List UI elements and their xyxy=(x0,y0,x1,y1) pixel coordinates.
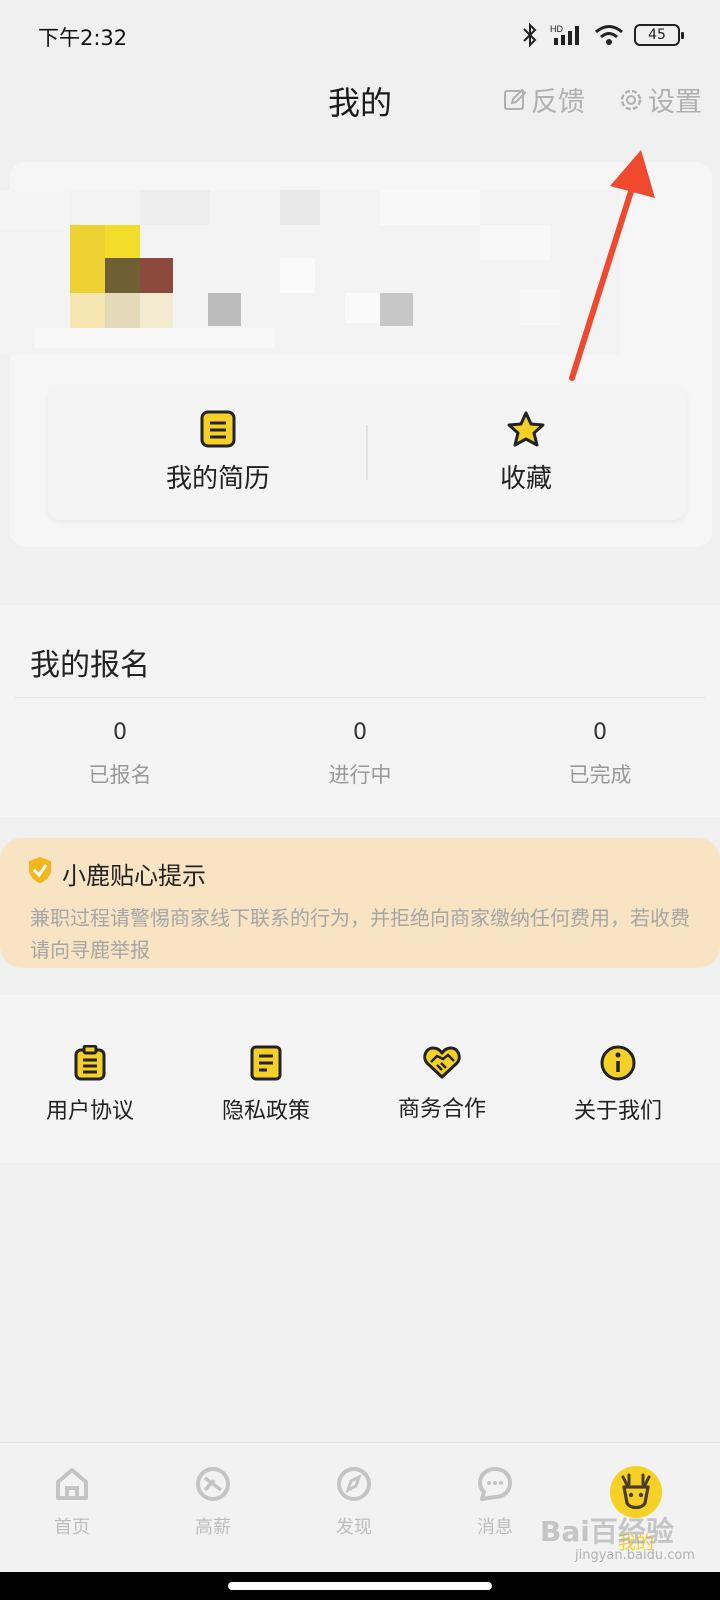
status-bar: 下午2:32 HD 45 xyxy=(0,0,720,70)
privacy-policy-button[interactable]: 隐私政策 xyxy=(176,1045,356,1125)
link-label: 商务合作 xyxy=(397,1097,486,1122)
link-label: 隐私政策 xyxy=(221,1099,310,1124)
tip-title: 小鹿贴心提示 xyxy=(62,862,206,890)
page-header: 我的 反馈 设置 xyxy=(0,70,720,150)
link-label: 关于我们 xyxy=(573,1099,662,1124)
tab-high-salary[interactable]: 高薪 xyxy=(153,1465,273,1539)
system-home-bar xyxy=(0,1572,720,1600)
settings-label: 设置 xyxy=(648,87,702,118)
my-signups-section: 我的报名 0 已报名 0 进行中 0 已完成 xyxy=(0,605,720,817)
edit-icon xyxy=(504,88,527,110)
tab-discover[interactable]: 发现 xyxy=(294,1465,414,1539)
tab-label: 发现 xyxy=(336,1517,372,1538)
tip-body: 兼职过程请警惕商家线下联系的行为，并拒绝向商家缴纳任何费用，若收费请向寻鹿举报 xyxy=(30,906,690,962)
handshake-icon xyxy=(423,1046,461,1079)
home-indicator[interactable] xyxy=(228,1582,492,1590)
blurred-profile-info[interactable] xyxy=(0,190,620,355)
watermark-logo: Bai百经验 xyxy=(540,1515,674,1548)
section-title: 我的报名 xyxy=(30,648,150,683)
stat-value: 0 xyxy=(593,720,607,745)
bluetooth-icon xyxy=(523,23,537,47)
shield-icon xyxy=(29,857,51,883)
user-agreement-button[interactable]: 用户协议 xyxy=(0,1045,180,1125)
svg-text:HD: HD xyxy=(550,24,563,34)
divider xyxy=(366,425,368,480)
link-label: 用户协议 xyxy=(45,1099,134,1124)
tab-label: 高薪 xyxy=(195,1517,231,1538)
stat-label: 已完成 xyxy=(568,763,632,787)
tab-home[interactable]: 首页 xyxy=(12,1465,132,1539)
page-title: 我的 xyxy=(327,84,392,122)
info-links: 用户协议 隐私政策 商务合作 关于我们 xyxy=(0,995,720,1163)
stat-completed[interactable]: 0 已完成 xyxy=(500,720,700,789)
feedback-label: 反馈 xyxy=(531,87,585,118)
high-salary-icon xyxy=(196,1467,230,1501)
stat-value: 0 xyxy=(113,720,127,745)
status-time: 下午2:32 xyxy=(38,26,128,50)
clipboard-icon xyxy=(74,1045,106,1081)
resume-button[interactable]: 我的简历 xyxy=(68,385,368,520)
resume-icon xyxy=(200,410,236,448)
stat-label: 已报名 xyxy=(88,763,152,787)
favorites-button[interactable]: 收藏 xyxy=(376,385,676,520)
status-icons: HD 45 xyxy=(520,20,684,50)
tab-label: 首页 xyxy=(54,1517,90,1538)
settings-button[interactable]: 设置 xyxy=(618,80,702,119)
star-icon xyxy=(507,411,545,447)
gear-icon xyxy=(620,89,642,110)
favorites-label: 收藏 xyxy=(499,464,552,494)
home-icon xyxy=(56,1468,88,1500)
info-icon xyxy=(600,1045,636,1081)
chat-icon xyxy=(478,1467,512,1501)
compass-icon xyxy=(337,1467,371,1501)
stat-label: 进行中 xyxy=(328,763,392,787)
safety-tip-banner: 小鹿贴心提示 兼职过程请警惕商家线下联系的行为，并拒绝向商家缴纳任何费用，若收费… xyxy=(0,838,720,968)
stat-value: 0 xyxy=(353,720,367,745)
feedback-button[interactable]: 反馈 xyxy=(503,80,585,119)
battery-indicator: 45 xyxy=(634,24,684,46)
quick-actions-card: 我的简历 收藏 xyxy=(48,385,686,520)
business-cooperation-button[interactable]: 商务合作 xyxy=(352,1045,532,1123)
document-icon xyxy=(250,1045,282,1081)
about-us-button[interactable]: 关于我们 xyxy=(528,1045,708,1125)
divider xyxy=(15,697,705,698)
watermark-url: jingyan.baidu.com xyxy=(575,1548,695,1563)
stat-in-progress[interactable]: 0 进行中 xyxy=(260,720,460,789)
tab-label: 消息 xyxy=(477,1517,513,1538)
stat-signed-up[interactable]: 0 已报名 xyxy=(20,720,220,789)
signal-icon: HD xyxy=(550,24,579,45)
tab-messages[interactable]: 消息 xyxy=(435,1465,555,1539)
wifi-icon xyxy=(595,25,623,45)
resume-label: 我的简历 xyxy=(165,464,270,494)
